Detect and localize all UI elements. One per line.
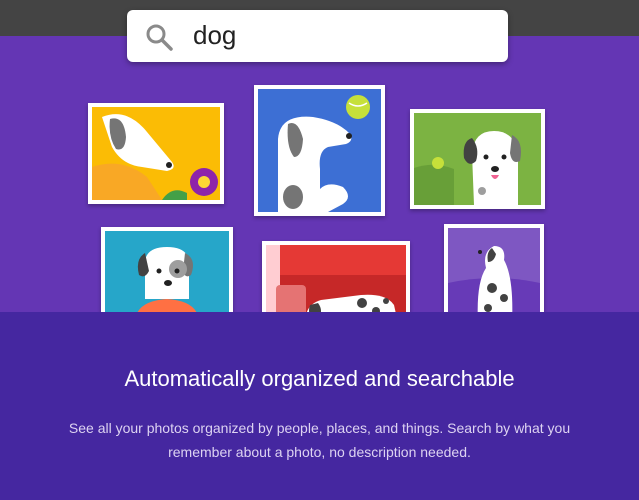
search-input[interactable]: dog — [193, 20, 236, 51]
search-icon[interactable] — [144, 22, 174, 52]
photo-dog-yellow-flower — [88, 103, 224, 204]
dog-illustration — [414, 113, 541, 205]
feature-panel — [0, 312, 639, 500]
photo-dog-blue-tennis-ball — [254, 85, 385, 216]
hero-illustration — [0, 36, 639, 312]
feature-description-line: remember about a photo, no description n… — [168, 444, 471, 460]
photo-dog-green-grass — [410, 109, 545, 209]
dog-illustration — [266, 245, 406, 312]
feature-description-line: See all your photos organized by people,… — [68, 420, 571, 436]
photo-dog-purple-sitting — [444, 224, 544, 312]
dog-illustration — [92, 107, 220, 200]
photo-dog-teal-orange-shirt — [101, 227, 233, 312]
dog-illustration — [448, 228, 540, 312]
dog-illustration — [105, 231, 229, 312]
search-bar[interactable] — [127, 10, 508, 62]
feature-title: Automatically organized and searchable — [124, 366, 515, 391]
feature-description: See all your photos organized by people,… — [50, 416, 589, 464]
photo-dog-red-couch — [262, 241, 410, 312]
dog-illustration — [258, 89, 381, 212]
